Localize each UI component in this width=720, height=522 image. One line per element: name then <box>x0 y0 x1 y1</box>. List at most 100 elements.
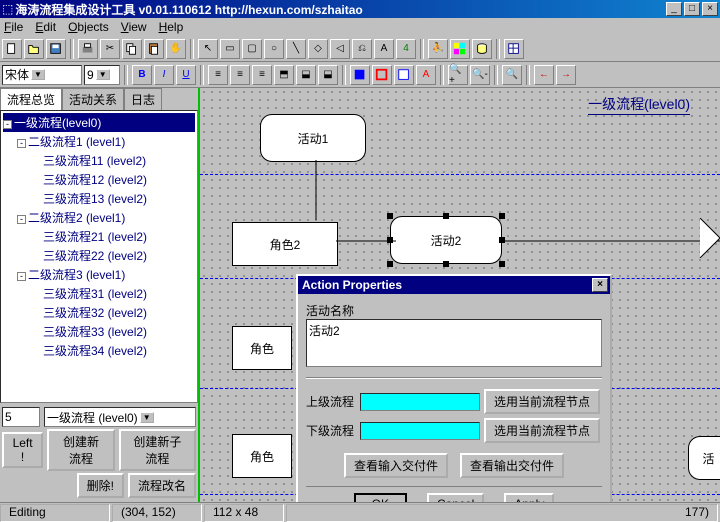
four-icon[interactable]: 4 <box>396 39 416 59</box>
role-node-partial[interactable]: 角色 <box>232 326 292 370</box>
italic-button[interactable]: I <box>154 65 174 85</box>
save-icon[interactable] <box>46 39 66 59</box>
bold-button[interactable]: B <box>132 65 152 85</box>
align-left-icon[interactable]: ≡ <box>208 65 228 85</box>
underline-button[interactable]: U <box>176 65 196 85</box>
tree-node[interactable]: -二级流程2 (level1) <box>17 208 195 227</box>
menu-view[interactable]: View <box>121 20 147 34</box>
run-icon[interactable]: ⛹ <box>428 39 448 59</box>
fill-blue-icon[interactable] <box>350 65 370 85</box>
role-node-partial2[interactable]: 角色 <box>232 434 292 478</box>
menu-edit[interactable]: Edit <box>35 20 56 34</box>
tab-relations[interactable]: 活动关系 <box>62 88 124 110</box>
rename-button[interactable]: 流程改名 <box>128 473 196 498</box>
tree-leaf[interactable]: 三级流程21 (level2) <box>43 227 195 246</box>
search-icon[interactable]: 🔍 <box>502 65 522 85</box>
rect-icon[interactable]: ▭ <box>220 39 240 59</box>
menu-objects[interactable]: Objects <box>68 20 109 34</box>
db-icon[interactable] <box>472 39 492 59</box>
left-button[interactable]: Left ! <box>2 432 43 468</box>
tree-leaf[interactable]: 三级流程11 (level2) <box>43 151 195 170</box>
size-combo[interactable]: 9▼ <box>84 65 120 85</box>
arrow-right-icon[interactable]: → <box>556 65 576 85</box>
status-size: 112 x 48 <box>204 504 284 522</box>
connector-icon[interactable]: ⎌ <box>352 39 372 59</box>
maximize-button[interactable]: □ <box>684 2 700 16</box>
new-subflow-button[interactable]: 创建新子流程 <box>119 429 196 471</box>
tree-leaf[interactable]: 三级流程12 (level2) <box>43 170 195 189</box>
align-middle-icon[interactable]: ⬓ <box>296 65 316 85</box>
tree-leaf[interactable]: 三级流程34 (level2) <box>43 341 195 360</box>
up-flow-input[interactable] <box>360 393 480 411</box>
tab-log[interactable]: 日志 <box>124 88 162 110</box>
select-down-button[interactable]: 选用当前流程节点 <box>484 418 600 443</box>
open-icon[interactable] <box>24 39 44 59</box>
delete-button[interactable]: 删除! <box>77 473 124 498</box>
zoom-out-icon[interactable]: 🔍- <box>470 65 490 85</box>
dialog-title: Action Properties <box>300 278 590 292</box>
pointer-icon[interactable]: ↖ <box>198 39 218 59</box>
down-flow-input[interactable] <box>360 422 480 440</box>
fill-box-icon[interactable] <box>394 65 414 85</box>
level-combo[interactable]: 一级流程 (level0)▼ <box>44 407 196 427</box>
triangle-icon[interactable]: ◁ <box>330 39 350 59</box>
cancel-button[interactable]: Cancel <box>427 493 484 502</box>
role2-node[interactable]: 角色2 <box>232 222 338 266</box>
align-top-icon[interactable]: ⬒ <box>274 65 294 85</box>
minimize-button[interactable]: _ <box>666 2 682 16</box>
activity-node-partial[interactable]: 活 <box>688 436 720 480</box>
grid-icon[interactable] <box>504 39 524 59</box>
align-right-icon[interactable]: ≡ <box>252 65 272 85</box>
close-button[interactable]: × <box>702 2 718 16</box>
connector-line <box>336 238 396 244</box>
name-input[interactable]: 活动2 <box>306 319 602 367</box>
line-icon[interactable]: ╲ <box>286 39 306 59</box>
activity2-node[interactable]: 活动2 <box>390 216 502 264</box>
menu-help[interactable]: Help <box>159 20 184 34</box>
paste-icon[interactable] <box>144 39 164 59</box>
diamond-icon[interactable]: ◇ <box>308 39 328 59</box>
copy-icon[interactable] <box>122 39 142 59</box>
dialog-close-button[interactable]: × <box>592 278 608 292</box>
up-label: 上级流程 <box>306 393 356 410</box>
tree-leaf[interactable]: 三级流程22 (level2) <box>43 246 195 265</box>
hand-icon[interactable]: ✋ <box>166 39 186 59</box>
align-center-icon[interactable]: ≡ <box>230 65 250 85</box>
roundrect-icon[interactable]: ▢ <box>242 39 262 59</box>
fill-red-icon[interactable] <box>372 65 392 85</box>
diamond-node-partial[interactable] <box>680 218 720 258</box>
arrow-left-icon[interactable]: ← <box>534 65 554 85</box>
menu-file[interactable]: File <box>4 20 23 34</box>
cut-icon[interactable]: ✂ <box>100 39 120 59</box>
left-panel: 流程总览 活动关系 日志 -一级流程(level0) -二级流程1 (level… <box>0 88 200 502</box>
status-coords: (304, 152) <box>112 504 202 522</box>
tree-leaf[interactable]: 三级流程32 (level2) <box>43 303 195 322</box>
ok-button[interactable]: OK <box>354 493 407 502</box>
font-combo[interactable]: 宋体▼ <box>2 65 82 85</box>
ellipse-icon[interactable]: ○ <box>264 39 284 59</box>
tree-node[interactable]: -二级流程3 (level1) <box>17 265 195 284</box>
align-bottom-icon[interactable]: ⬓ <box>318 65 338 85</box>
view-input-button[interactable]: 查看输入交付件 <box>344 453 448 478</box>
new-icon[interactable] <box>2 39 22 59</box>
flow-tree[interactable]: -一级流程(level0) -二级流程1 (level1) 三级流程11 (le… <box>0 110 198 403</box>
view-output-button[interactable]: 查看输出交付件 <box>460 453 564 478</box>
spin-input[interactable]: 5 <box>2 407 40 427</box>
config-icon[interactable] <box>450 39 470 59</box>
main-toolbar: ✂ ✋ ↖ ▭ ▢ ○ ╲ ◇ ◁ ⎌ A 4 ⛹ <box>0 36 720 62</box>
tree-leaf[interactable]: 三级流程33 (level2) <box>43 322 195 341</box>
font-color-icon[interactable]: A <box>416 65 436 85</box>
tree-leaf[interactable]: 三级流程31 (level2) <box>43 284 195 303</box>
select-up-button[interactable]: 选用当前流程节点 <box>484 389 600 414</box>
new-flow-button[interactable]: 创建新流程 <box>47 429 115 471</box>
activity1-node[interactable]: 活动1 <box>260 114 366 162</box>
tab-overview[interactable]: 流程总览 <box>0 88 62 110</box>
tree-root[interactable]: -一级流程(level0) <box>3 113 195 132</box>
zoom-in-icon[interactable]: 🔍+ <box>448 65 468 85</box>
canvas[interactable]: 一级流程(level0) 活动1 角色2 活动2 角色 角色 活 Action … <box>200 88 720 502</box>
tree-leaf[interactable]: 三级流程13 (level2) <box>43 189 195 208</box>
tree-node[interactable]: -二级流程1 (level1) <box>17 132 195 151</box>
text-icon[interactable]: A <box>374 39 394 59</box>
apply-button[interactable]: Apply <box>504 493 554 502</box>
print-icon[interactable] <box>78 39 98 59</box>
